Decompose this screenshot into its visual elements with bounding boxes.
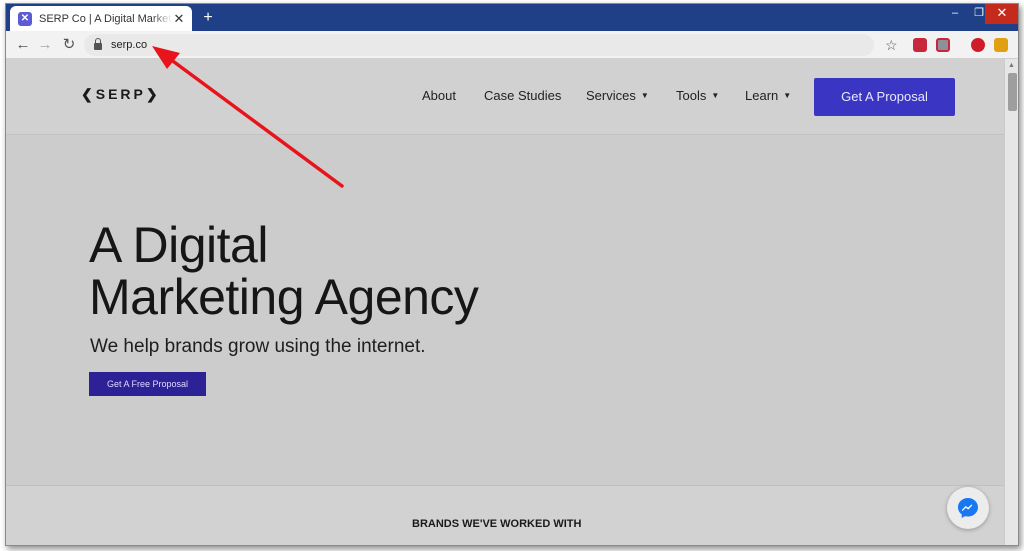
annotation-arrow bbox=[152, 46, 344, 188]
